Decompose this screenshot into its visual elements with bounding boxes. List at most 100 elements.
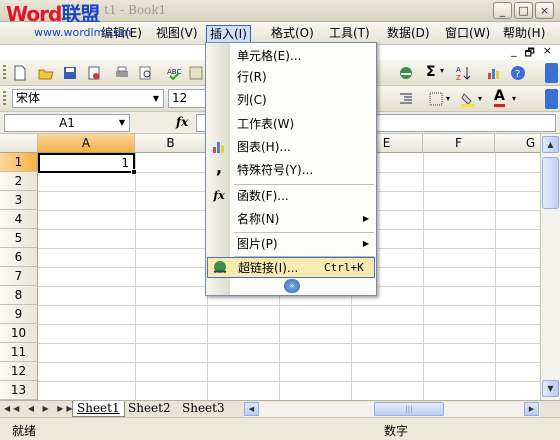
gridline [135, 153, 136, 400]
row-header[interactable]: 5 [0, 229, 38, 248]
sort-ascending-icon[interactable]: AZ [456, 65, 472, 81]
column-header[interactable]: A [38, 134, 135, 153]
font-color-icon[interactable]: A [494, 88, 505, 107]
toolbar-grip[interactable] [3, 91, 6, 107]
sheet-tab-sheet3[interactable]: Sheet3 [178, 401, 229, 417]
indent-icon[interactable] [398, 91, 414, 107]
menu-item-special-symbol[interactable]: , 特殊符号(Y)... [207, 160, 375, 181]
horizontal-scrollbar[interactable]: ◀ ||| ▶ [244, 402, 540, 417]
row-header[interactable]: 10 [0, 324, 38, 343]
scroll-up-icon[interactable]: ▲ [542, 136, 559, 153]
menu-item-label: 特殊符号(Y)... [237, 163, 314, 177]
font-size-select[interactable]: 12 [168, 89, 206, 108]
help-icon[interactable]: ? [510, 65, 526, 81]
print-preview-icon[interactable] [138, 65, 154, 81]
print-icon[interactable] [114, 65, 130, 81]
permission-icon[interactable] [86, 65, 102, 81]
sheet-tab-sheet2[interactable]: Sheet2 [124, 401, 175, 417]
mdi-close-button[interactable]: × [543, 44, 552, 63]
save-icon[interactable] [62, 65, 78, 81]
menu-item-chart[interactable]: 图表(H)... [207, 137, 375, 158]
menu-separator [234, 232, 374, 233]
name-box-value: A1 [59, 116, 75, 130]
gridline [38, 305, 540, 306]
fill-handle[interactable] [131, 169, 137, 175]
autosum-dropdown-icon[interactable]: ▾ [440, 66, 444, 75]
fill-color-icon[interactable] [460, 91, 476, 107]
menu-item-name[interactable]: 名称(N) ▶ [207, 209, 375, 230]
menu-item-rows[interactable]: 行(R) [207, 67, 375, 88]
insert-hyperlink-icon[interactable] [398, 65, 414, 81]
chart-wizard-icon[interactable] [486, 65, 502, 81]
menu-data[interactable]: 数据(D) [384, 25, 433, 43]
toolbar-overflow-button[interactable] [545, 63, 558, 83]
active-cell-a1[interactable]: 1 [38, 153, 135, 173]
row-header[interactable]: 3 [0, 191, 38, 210]
svg-text:ABC: ABC [167, 68, 181, 76]
submenu-arrow-icon: ▶ [362, 214, 369, 223]
menu-tools[interactable]: 工具(T) [326, 25, 373, 43]
row-header[interactable]: 2 [0, 172, 38, 191]
row-header[interactable]: 4 [0, 210, 38, 229]
menu-view[interactable]: 视图(V) [153, 25, 201, 43]
row-header[interactable]: 9 [0, 305, 38, 324]
autosum-icon[interactable]: Σ [426, 64, 436, 80]
insert-function-icon[interactable]: fx [176, 115, 188, 129]
watermark-url: www.wordlm.com [34, 26, 132, 39]
menu-insert[interactable]: 插入(I) [206, 25, 251, 43]
horizontal-scroll-thumb[interactable]: ||| [374, 402, 444, 416]
menu-item-columns[interactable]: 列(C) [207, 90, 375, 111]
menu-window[interactable]: 窗口(W) [442, 25, 493, 43]
borders-dropdown-icon[interactable]: ▾ [446, 94, 450, 103]
mdi-restore-button[interactable]: 🗗 [524, 44, 534, 63]
research-icon[interactable] [188, 65, 204, 81]
spelling-icon[interactable]: ABC [166, 65, 182, 81]
menu-help[interactable]: 帮助(H) [500, 25, 548, 43]
vertical-scroll-thumb[interactable] [542, 157, 559, 209]
row-header[interactable]: 6 [0, 248, 38, 267]
insert-menu-dropdown: 单元格(E)... 行(R) 列(C) 工作表(W) 图表(H)... , 特殊… [205, 42, 377, 296]
open-folder-icon[interactable] [38, 65, 54, 81]
row-header[interactable]: 13 [0, 381, 38, 400]
font-color-dropdown-icon[interactable]: ▾ [512, 94, 516, 103]
sheet-tab-sheet1[interactable]: Sheet1 [72, 401, 125, 417]
menu-item-picture[interactable]: 图片(P) ▶ [207, 234, 375, 255]
gridline [38, 362, 540, 363]
menu-item-function[interactable]: fx 函数(F)... [207, 186, 375, 207]
row-header[interactable]: 7 [0, 267, 38, 286]
name-box[interactable]: A1 ▼ [4, 114, 130, 132]
minimize-button[interactable]: _ [493, 2, 512, 19]
toolbar-grip[interactable] [3, 65, 6, 81]
row-header[interactable]: 11 [0, 343, 38, 362]
mdi-minimize-button[interactable]: _ [511, 44, 517, 63]
column-header[interactable]: G [495, 134, 540, 153]
column-header[interactable]: B [135, 134, 207, 153]
sheet-navigation-arrows-icon[interactable]: ◀◀ ◀ ▶ ▶▶ [4, 401, 76, 417]
hyperlink-icon [213, 261, 227, 273]
window-controls: _ □ × [493, 2, 554, 19]
column-header[interactable]: F [423, 134, 495, 153]
chevron-down-icon[interactable]: ▼ [119, 115, 125, 131]
new-document-icon[interactable] [12, 65, 28, 81]
menu-item-cells[interactable]: 单元格(E)... [207, 46, 375, 67]
sheet-tabs-bar: ◀◀ ◀ ▶ ▶▶ Sheet1 Sheet2 Sheet3 ◀ ||| ▶ [0, 400, 560, 417]
borders-icon[interactable] [428, 91, 444, 107]
menu-item-hyperlink[interactable]: 超链接(I)... Ctrl+K [207, 257, 375, 278]
maximize-button[interactable]: □ [514, 2, 533, 19]
close-button[interactable]: × [535, 2, 554, 19]
font-name-select[interactable]: 宋体 ▼ [12, 89, 164, 108]
scroll-left-icon[interactable]: ◀ [244, 402, 259, 416]
fill-color-dropdown-icon[interactable]: ▾ [478, 94, 482, 103]
expand-menu-icon[interactable]: » [284, 279, 300, 293]
row-header[interactable]: 12 [0, 362, 38, 381]
menu-format[interactable]: 格式(O) [268, 25, 317, 43]
scroll-down-icon[interactable]: ▼ [542, 380, 559, 397]
scroll-right-icon[interactable]: ▶ [524, 402, 539, 416]
toolbar-overflow-button[interactable] [545, 89, 558, 109]
chevron-down-icon[interactable]: ▼ [150, 91, 162, 106]
select-all-corner[interactable] [0, 134, 38, 153]
menu-item-worksheet[interactable]: 工作表(W) [207, 114, 375, 135]
vertical-scrollbar[interactable]: ▲ ▼ [540, 134, 560, 400]
row-header[interactable]: 1 [0, 153, 38, 172]
row-header[interactable]: 8 [0, 286, 38, 305]
